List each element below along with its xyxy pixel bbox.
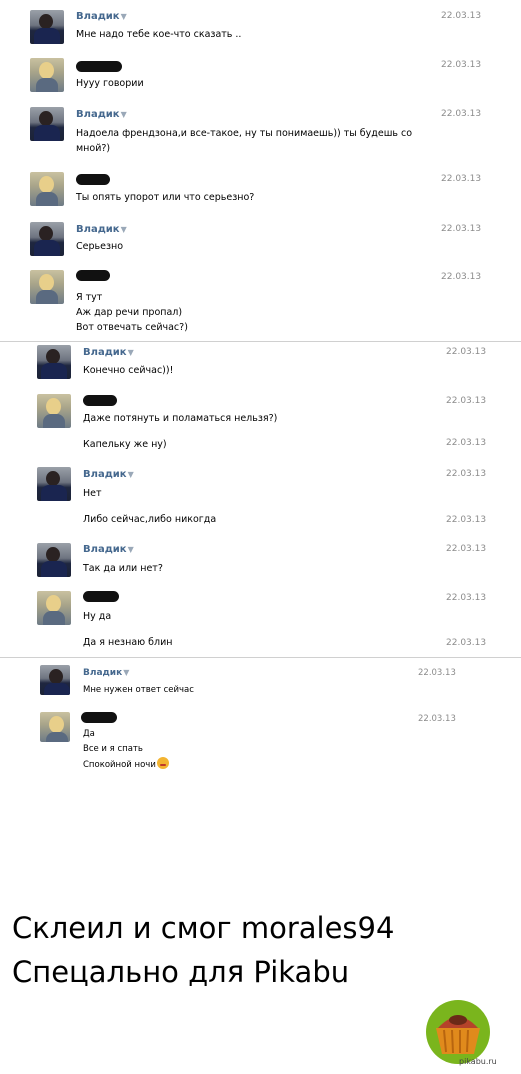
message-date: 22.03.13 (446, 469, 487, 479)
triangle-down-icon[interactable]: ▼ (123, 668, 129, 677)
message-text: Я тут (76, 292, 103, 303)
message-date: 22.03.13 (441, 109, 482, 119)
avatar[interactable] (37, 591, 71, 625)
sender-name[interactable]: Владик▼ (83, 469, 134, 480)
message-text: Нет (83, 488, 102, 499)
message-date: 22.03.13 (418, 714, 456, 724)
message-text: Аж дар речи пропал) (76, 307, 183, 318)
message-date: 22.03.13 (441, 11, 482, 21)
redacted-name (83, 591, 119, 602)
message-date: 22.03.13 (446, 347, 487, 357)
sender-name[interactable]: Владик▼ (76, 11, 127, 22)
message-date: 22.03.13 (418, 668, 456, 678)
sender-name[interactable]: Владик▼ (83, 668, 129, 678)
message-date: 22.03.13 (446, 638, 487, 648)
screenshot-seam (0, 657, 521, 658)
avatar[interactable] (37, 543, 71, 577)
avatar[interactable] (37, 467, 71, 501)
sender-name[interactable]: Владик▼ (76, 109, 127, 120)
avatar[interactable] (40, 712, 70, 742)
caption-line-2: Спецально для Pikabu (12, 955, 350, 989)
message-date: 22.03.13 (446, 515, 487, 525)
message-date: 22.03.13 (446, 593, 487, 603)
avatar[interactable] (30, 270, 64, 304)
kiss-emoji-icon (156, 757, 169, 769)
message-text: Нууу говории (76, 78, 144, 89)
message-date: 22.03.13 (446, 438, 487, 448)
message-text: Серьезно (76, 241, 124, 252)
message-text: Ну да (83, 611, 112, 622)
message-date: 22.03.13 (441, 272, 482, 282)
triangle-down-icon[interactable]: ▼ (121, 225, 127, 234)
avatar[interactable] (37, 394, 71, 428)
redacted-name (76, 174, 110, 185)
message-text: Мне надо тебе кое-что сказать .. (76, 29, 242, 40)
screenshot-seam (0, 341, 521, 342)
message-text: Либо сейчас,либо никогда (83, 514, 217, 525)
avatar[interactable] (30, 58, 64, 92)
sender-name[interactable]: Владик▼ (83, 347, 134, 358)
message-text: мной?) (76, 143, 111, 154)
triangle-down-icon[interactable]: ▼ (121, 12, 127, 21)
triangle-down-icon[interactable]: ▼ (128, 545, 134, 554)
message-date: 22.03.13 (441, 224, 482, 234)
message-text: Мне нужен ответ сейчас (83, 685, 194, 695)
triangle-down-icon[interactable]: ▼ (128, 348, 134, 357)
watermark: pikabu.ru (459, 1057, 497, 1066)
message-date: 22.03.13 (446, 396, 487, 406)
message-text: Так да или нет? (83, 563, 163, 574)
message-text: Даже потянуть и поламаться нельзя?) (83, 413, 278, 424)
triangle-down-icon[interactable]: ▼ (121, 110, 127, 119)
message-text: Конечно сейчас))! (83, 365, 174, 376)
sender-name[interactable]: Владик▼ (76, 224, 127, 235)
message-text: Ты опять упорот или что серьезно? (76, 192, 255, 203)
avatar[interactable] (30, 222, 64, 256)
message-text: Капельку же ну) (83, 439, 167, 450)
avatar[interactable] (30, 107, 64, 141)
message-text: Все и я спать (83, 744, 143, 754)
redacted-name (76, 270, 110, 281)
message-date: 22.03.13 (446, 544, 487, 554)
caption-line-1: Склеил и смог morales94 (12, 911, 395, 945)
triangle-down-icon[interactable]: ▼ (128, 470, 134, 479)
message-text: Спокойной ночи (83, 757, 169, 773)
message-date: 22.03.13 (441, 60, 482, 70)
redacted-name (76, 61, 122, 72)
avatar[interactable] (30, 172, 64, 206)
avatar[interactable] (30, 10, 64, 44)
message-text: Надоела френдзона,и все-такое, ну ты пон… (76, 128, 413, 139)
avatar[interactable] (37, 345, 71, 379)
message-text: Да я незнаю блин (83, 637, 173, 648)
redacted-name (83, 395, 117, 406)
pikabu-muffin-logo (426, 1000, 490, 1064)
redacted-name (81, 712, 117, 723)
message-text: Вот отвечать сейчас?) (76, 322, 188, 333)
sender-name[interactable]: Владик▼ (83, 544, 134, 555)
message-text: Да (83, 729, 95, 739)
avatar[interactable] (40, 665, 70, 695)
message-date: 22.03.13 (441, 174, 482, 184)
